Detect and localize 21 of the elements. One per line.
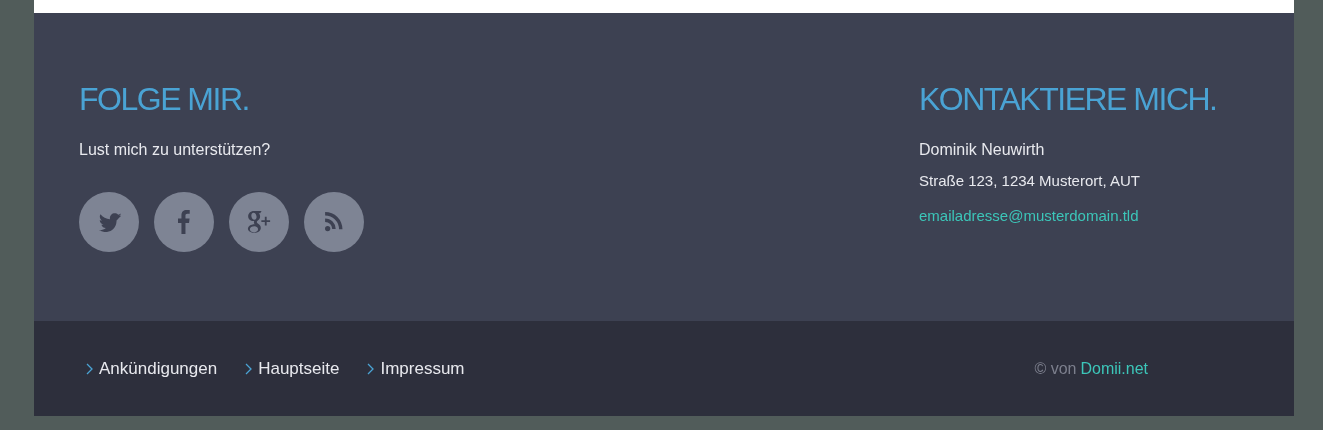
facebook-f-icon [178,209,190,235]
rss-button[interactable] [304,192,364,252]
footer-link[interactable]: Ankündigungen [99,355,218,382]
section-heading: FOLGE MIR. [79,80,249,119]
rss-feed-icon [325,212,343,232]
googleplus-button[interactable] [229,192,289,252]
footer-link[interactable]: Hauptseite [258,355,340,382]
contact-address: Straße 123, 1234 Musterort, AUT [919,171,1141,191]
footer-link[interactable]: Impressum [380,355,465,382]
site-link[interactable]: Domii.net [1080,356,1148,381]
section-heading: KONTAKTIERE MICH. [919,80,1218,119]
support-text: Lust mich zu unterstützen? [79,140,272,160]
chevron-icon [367,362,375,375]
contact-name: Dominik Neuwirth [919,140,1046,160]
facebook-button[interactable] [154,192,214,252]
copyright-text: © von [1034,358,1077,379]
chevron-icon [86,362,93,375]
google-plus-icon [247,210,271,234]
chevron-icon [245,362,253,375]
email-link[interactable]: emailadresse@musterdomain.tld [919,204,1244,227]
twitter-button[interactable] [79,192,139,252]
